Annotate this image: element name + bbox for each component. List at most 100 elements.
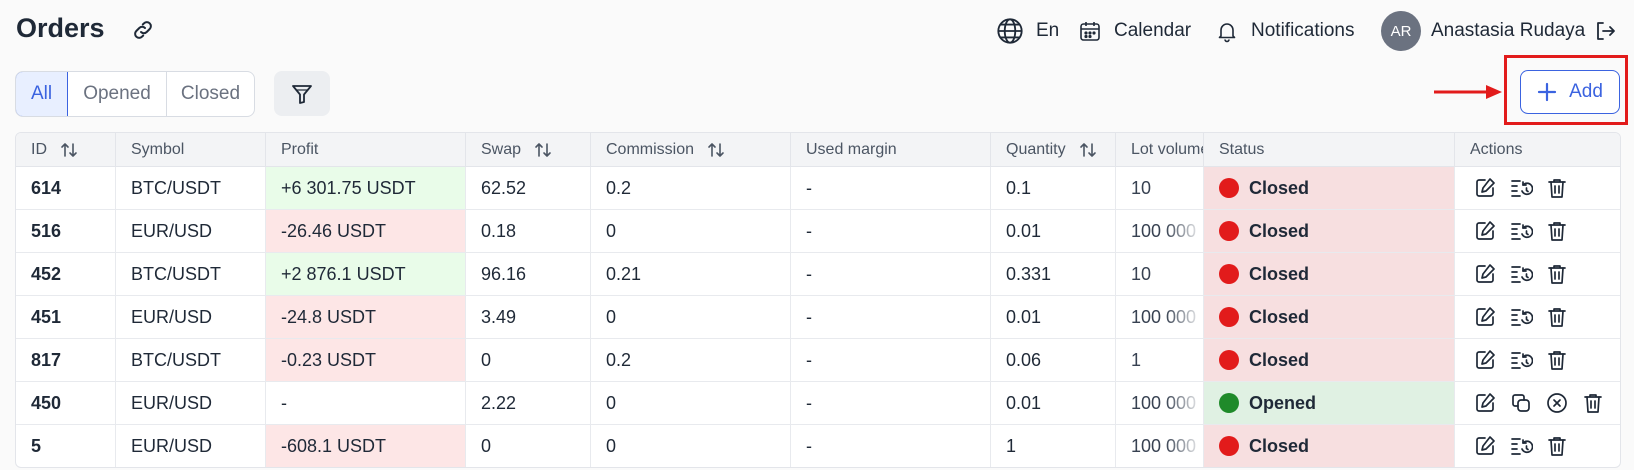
delete-icon[interactable] <box>1545 219 1569 243</box>
edit-icon[interactable] <box>1473 219 1497 243</box>
cell-quantity: 0.1 <box>991 167 1116 209</box>
edit-icon[interactable] <box>1473 434 1497 458</box>
column-header-used-margin: Used margin <box>791 133 991 166</box>
cell-actions <box>1455 382 1620 424</box>
cell-swap: 3.49 <box>466 296 591 338</box>
cell-actions <box>1455 339 1620 381</box>
sort-icon[interactable] <box>706 140 726 160</box>
calendar-label: Calendar <box>1114 20 1192 41</box>
add-button-label: Add <box>1569 81 1603 102</box>
cell-commission: 0 <box>591 382 791 424</box>
cell-profit: +6 301.75 USDT <box>266 167 466 209</box>
arrow-icon <box>1434 85 1502 99</box>
column-header-actions: Actions <box>1455 133 1620 166</box>
cell-quantity: 1 <box>991 425 1116 467</box>
delete-icon[interactable] <box>1545 434 1569 458</box>
column-label: Used margin <box>806 140 897 158</box>
history-icon[interactable] <box>1509 262 1533 286</box>
calendar-icon <box>1080 22 1100 41</box>
close-order-icon[interactable] <box>1545 391 1569 415</box>
cell-id: 817 <box>16 339 116 381</box>
cell-swap: 0.18 <box>466 210 591 252</box>
table-row[interactable]: 817 BTC/USDT -0.23 USDT 0 0.2 - 0.06 1 C… <box>16 339 1620 382</box>
edit-icon[interactable] <box>1473 176 1497 200</box>
status-label: Closed <box>1249 177 1310 198</box>
cell-used-margin: - <box>791 339 991 381</box>
column-label: Commission <box>606 140 695 158</box>
status-dot-icon <box>1219 393 1239 413</box>
delete-icon[interactable] <box>1581 391 1605 415</box>
column-label: Status <box>1219 140 1265 158</box>
history-icon[interactable] <box>1509 176 1533 200</box>
filter-button[interactable] <box>274 71 330 116</box>
sort-icon[interactable] <box>533 140 553 160</box>
delete-icon[interactable] <box>1545 305 1569 329</box>
edit-icon[interactable] <box>1473 348 1497 372</box>
table-row[interactable]: 614 BTC/USDT +6 301.75 USDT 62.52 0.2 - … <box>16 167 1620 210</box>
table-row[interactable]: 451 EUR/USD -24.8 USDT 3.49 0 - 0.01 100… <box>16 296 1620 339</box>
cell-used-margin: - <box>791 425 991 467</box>
delete-icon[interactable] <box>1545 348 1569 372</box>
history-icon[interactable] <box>1509 434 1533 458</box>
column-header-quantity[interactable]: Quantity <box>991 133 1116 166</box>
status-dot-icon <box>1219 178 1239 198</box>
cell-swap: 62.52 <box>466 167 591 209</box>
edit-icon[interactable] <box>1473 262 1497 286</box>
status-label: Closed <box>1249 220 1310 241</box>
cell-profit: -608.1 USDT <box>266 425 466 467</box>
cell-actions <box>1455 253 1620 295</box>
table-row[interactable]: 5 EUR/USD -608.1 USDT 0 0 - 1 100 000 Cl… <box>16 425 1620 467</box>
status-dot-icon <box>1219 436 1239 456</box>
table-row[interactable]: 452 BTC/USDT +2 876.1 USDT 96.16 0.21 - … <box>16 253 1620 296</box>
edit-icon[interactable] <box>1473 391 1497 415</box>
user-menu[interactable]: AR Anastasia Rudaya <box>1381 11 1585 51</box>
cell-quantity: 0.06 <box>991 339 1116 381</box>
column-label: Profit <box>281 140 319 158</box>
cell-quantity: 0.331 <box>991 253 1116 295</box>
tab-all[interactable]: All <box>16 72 68 116</box>
cell-commission: 0 <box>591 296 791 338</box>
table-row[interactable]: 516 EUR/USD -26.46 USDT 0.18 0 - 0.01 10… <box>16 210 1620 253</box>
column-header-id[interactable]: ID <box>16 133 116 166</box>
cell-id: 5 <box>16 425 116 467</box>
language-selector[interactable]: En <box>996 17 1059 45</box>
cell-symbol: BTC/USDT <box>116 167 266 209</box>
cell-commission: 0.2 <box>591 167 791 209</box>
cell-id: 516 <box>16 210 116 252</box>
plus-icon <box>1537 82 1557 102</box>
history-icon[interactable] <box>1509 305 1533 329</box>
cell-status: Closed <box>1204 339 1455 381</box>
status-label: Closed <box>1249 306 1310 327</box>
sort-icon[interactable] <box>59 140 79 160</box>
delete-icon[interactable] <box>1545 176 1569 200</box>
page-header: Orders En Calendar Notifications AR Anas… <box>0 0 1634 62</box>
cell-lot-volume: 100 000 <box>1116 296 1204 338</box>
edit-icon[interactable] <box>1473 305 1497 329</box>
tab-closed[interactable]: Closed <box>167 72 254 116</box>
orders-table: ID Symbol Profit Swap Commission Used ma… <box>15 132 1621 468</box>
copy-icon[interactable] <box>1509 391 1533 415</box>
column-header-commission[interactable]: Commission <box>591 133 791 166</box>
notifications-link[interactable]: Notifications <box>1215 17 1355 45</box>
calendar-link[interactable]: Calendar <box>1078 17 1191 45</box>
cell-commission: 0 <box>591 425 791 467</box>
avatar: AR <box>1381 11 1421 51</box>
table-row[interactable]: 450 EUR/USD - 2.22 0 - 0.01 100 000 Open… <box>16 382 1620 425</box>
column-header-swap[interactable]: Swap <box>466 133 591 166</box>
globe-icon <box>997 18 1023 44</box>
sort-icon[interactable] <box>1078 140 1098 160</box>
cell-lot-volume: 10 <box>1116 253 1204 295</box>
tab-opened[interactable]: Opened <box>68 72 167 116</box>
add-button[interactable]: Add <box>1520 70 1620 114</box>
history-icon[interactable] <box>1509 219 1533 243</box>
delete-icon[interactable] <box>1545 262 1569 286</box>
page-title: Orders <box>16 13 105 43</box>
link-icon[interactable] <box>131 18 155 42</box>
cell-commission: 0.21 <box>591 253 791 295</box>
logout-icon[interactable] <box>1593 19 1617 43</box>
filter-icon <box>292 84 312 104</box>
history-icon[interactable] <box>1509 348 1533 372</box>
column-header-lot-volume: Lot volume <box>1116 133 1204 166</box>
cell-actions <box>1455 425 1620 467</box>
status-label: Opened <box>1249 392 1317 413</box>
